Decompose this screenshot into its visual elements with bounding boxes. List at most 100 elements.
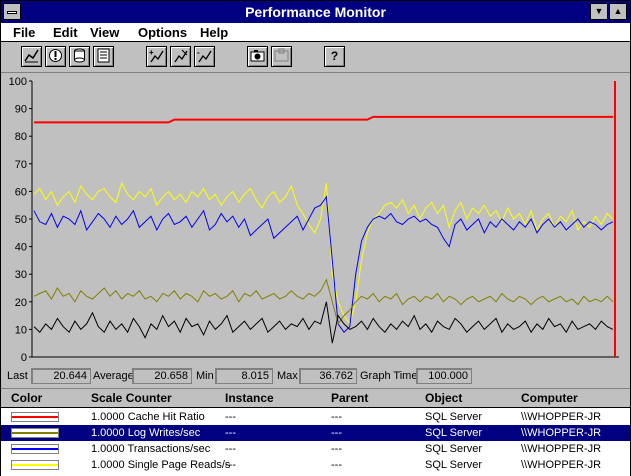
y-tick-label: 90	[15, 104, 27, 116]
report-view-icon	[97, 48, 110, 63]
maximize-button[interactable]: ▲	[609, 3, 627, 20]
col-instance: Instance	[225, 391, 274, 405]
svg-text:-: -	[197, 48, 200, 57]
legend-object: SQL Server	[425, 427, 483, 439]
legend-parent: ---	[331, 459, 342, 471]
average-value: 20.658	[132, 368, 192, 384]
help-label: ?	[330, 49, 339, 63]
col-object: Object	[425, 391, 463, 405]
legend-row[interactable]: 1.0000 Log Writes/sec --- --- SQL Server \\W…	[1, 425, 630, 441]
last-value: 20.644	[31, 368, 91, 384]
camera-icon	[250, 50, 265, 62]
last-label: Last	[7, 370, 28, 382]
y-tick-label: 50	[15, 214, 27, 226]
menu-help[interactable]: Help	[200, 25, 228, 40]
legend-parent: ---	[331, 443, 342, 455]
log-view-icon	[74, 48, 85, 63]
edit-counter-button[interactable]	[170, 46, 191, 67]
window-title: Performance Monitor	[245, 4, 386, 20]
chart-view-button[interactable]	[21, 46, 42, 67]
legend-instance: ---	[225, 411, 236, 423]
legend-row[interactable]: 1.0000 Single Page Reads/s --- --- SQL Serv…	[1, 457, 630, 473]
bookmark-icon	[274, 48, 289, 62]
swatch-line	[12, 464, 58, 466]
menu-file[interactable]: File	[13, 25, 35, 40]
legend-list: 1.0000 Cache Hit Ratio --- --- SQL Server \\…	[1, 407, 630, 476]
y-tick-label: 80	[15, 131, 27, 143]
legend-instance: ---	[225, 427, 236, 439]
legend-computer: \\WHOPPER-JR	[521, 443, 602, 455]
legend-row[interactable]: 1.0000 Transactions/sec --- --- SQL Server \…	[1, 441, 630, 457]
legend-computer: \\WHOPPER-JR	[521, 411, 602, 423]
color-swatch	[11, 444, 59, 454]
report-view-button[interactable]	[93, 46, 114, 67]
y-tick-label: 60	[15, 186, 27, 198]
log-view-button[interactable]	[69, 46, 90, 67]
swatch-line	[12, 432, 58, 434]
legend-scale-counter: 1.0000 Single Page Reads/s	[91, 459, 231, 471]
title-bar: Performance Monitor ▼ ▲	[1, 1, 630, 23]
swatch-line	[12, 448, 58, 450]
y-tick-label: 20	[15, 297, 27, 309]
color-swatch	[11, 412, 59, 422]
legend-parent: ---	[331, 411, 342, 423]
alert-view-button[interactable]	[45, 46, 66, 67]
color-swatch	[11, 428, 59, 438]
menu-view[interactable]: View	[90, 25, 119, 40]
average-label: Average	[93, 370, 134, 382]
help-button[interactable]: ?	[324, 46, 345, 67]
toolbar: + - ?	[1, 42, 630, 73]
minimize-icon: ▼	[594, 6, 604, 16]
chart-view-icon	[24, 49, 39, 63]
legend-instance: ---	[225, 443, 236, 455]
y-tick-label: 0	[21, 352, 27, 364]
legend-row[interactable]: 1.0000 Cache Hit Ratio --- --- SQL Server \\…	[1, 409, 630, 425]
menu-bar: File Edit View Options Help	[1, 23, 630, 42]
col-scale-counter: Scale Counter	[91, 391, 172, 405]
edit-counter-icon	[174, 49, 188, 63]
menu-options[interactable]: Options	[138, 25, 187, 40]
legend-scale-counter: 1.0000 Cache Hit Ratio	[91, 411, 205, 423]
add-counter-icon: +	[149, 48, 164, 63]
legend-header: Color Scale Counter Instance Parent Obje…	[1, 388, 630, 407]
max-label: Max	[277, 370, 298, 382]
col-computer: Computer	[521, 391, 578, 405]
performance-chart: 0 10 20 30 40 50 60 70 80 90 100	[9, 76, 619, 364]
legend-object: SQL Server	[425, 459, 483, 471]
min-label: Min	[196, 370, 214, 382]
legend-parent: ---	[331, 427, 342, 439]
statistics-bar: Last 20.644 Average 20.658 Min 8.015 Max…	[1, 367, 630, 387]
color-swatch	[11, 460, 59, 470]
delete-counter-button[interactable]: -	[194, 46, 215, 67]
alert-view-icon	[49, 49, 62, 62]
legend-computer: \\WHOPPER-JR	[521, 427, 602, 439]
legend-scale-counter: 1.0000 Log Writes/sec	[91, 427, 201, 439]
y-tick-label: 70	[15, 159, 27, 171]
maximize-icon: ▲	[613, 6, 623, 16]
menu-edit[interactable]: Edit	[53, 25, 78, 40]
y-ticks: 0 10 20 30 40 50 60 70 80 90 100	[9, 76, 32, 364]
min-value: 8.015	[215, 368, 273, 384]
minimize-button[interactable]: ▼	[590, 3, 608, 20]
col-parent: Parent	[331, 391, 369, 405]
add-counter-button[interactable]: +	[146, 46, 167, 67]
svg-text:+: +	[149, 48, 154, 57]
graph-time-label: Graph Time	[360, 370, 418, 382]
max-value: 36.762	[299, 368, 357, 384]
legend-computer: \\WHOPPER-JR	[521, 459, 602, 471]
update-now-button[interactable]	[247, 46, 268, 67]
bookmark-button[interactable]	[271, 46, 292, 67]
col-color: Color	[11, 391, 43, 405]
legend-object: SQL Server	[425, 443, 483, 455]
legend-object: SQL Server	[425, 411, 483, 423]
delete-counter-icon: -	[197, 48, 212, 63]
legend-instance: ---	[225, 459, 236, 471]
performance-monitor-window: Performance Monitor ▼ ▲ File Edit View O…	[0, 0, 631, 476]
graph-time-value: 100.000	[416, 368, 472, 384]
y-tick-label: 40	[15, 242, 27, 254]
y-tick-label: 100	[9, 76, 27, 88]
y-tick-label: 10	[15, 324, 27, 336]
y-tick-label: 30	[15, 269, 27, 281]
swatch-line	[12, 416, 58, 418]
legend-scale-counter: 1.0000 Transactions/sec	[91, 443, 211, 455]
